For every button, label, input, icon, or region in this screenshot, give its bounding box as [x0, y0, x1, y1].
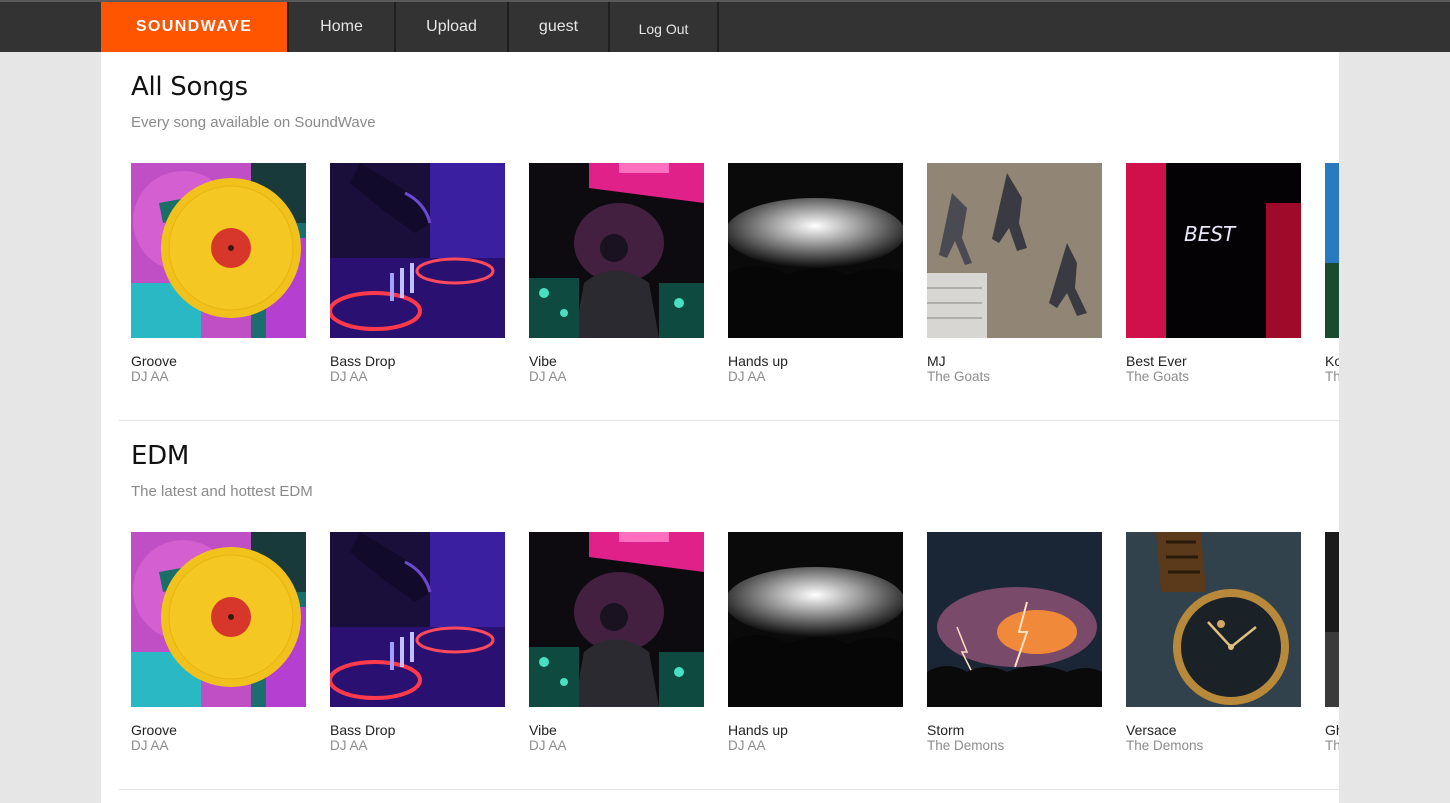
- nav-logout-link[interactable]: Log Out: [610, 2, 719, 52]
- album-cover-gold-watch[interactable]: [1126, 532, 1301, 707]
- track-artist: DJ AA: [529, 369, 567, 384]
- track-artist: DJ AA: [728, 738, 766, 753]
- album-cover-lightning-storm[interactable]: [927, 532, 1102, 707]
- album-cover-smoke-party[interactable]: [529, 532, 704, 707]
- track-card[interactable]: Versace The Demons: [1126, 532, 1301, 762]
- track-title[interactable]: Ko: [1325, 353, 1339, 369]
- nav-links: SOUNDWAVE Home Upload guest Log Out: [101, 2, 719, 52]
- svg-text:BEST: BEST: [1184, 222, 1237, 246]
- track-card[interactable]: Bass Drop DJ AA: [330, 163, 505, 393]
- section-subtitle: Every song available on SoundWave: [131, 114, 376, 131]
- nav-upload-link[interactable]: Upload: [396, 2, 509, 52]
- track-card[interactable]: Gh Th: [1325, 532, 1339, 762]
- album-cover-basketball-statues[interactable]: [927, 163, 1102, 338]
- section-subtitle: The latest and hottest EDM: [131, 483, 313, 500]
- track-artist: DJ AA: [131, 738, 169, 753]
- track-artist: DJ AA: [728, 369, 766, 384]
- track-title[interactable]: Hands up: [728, 353, 788, 369]
- track-title[interactable]: Gh: [1325, 722, 1339, 738]
- track-title[interactable]: Storm: [927, 722, 964, 738]
- track-card[interactable]: Hands up DJ AA: [728, 532, 903, 762]
- track-card[interactable]: Vibe DJ AA: [529, 532, 704, 762]
- main-content: All Songs Every song available on SoundW…: [101, 52, 1339, 803]
- track-artist: DJ AA: [131, 369, 169, 384]
- section-title: All Songs: [131, 72, 248, 102]
- section-divider: [119, 789, 1339, 790]
- album-cover-vinyl[interactable]: [131, 532, 306, 707]
- track-title[interactable]: MJ: [927, 353, 946, 369]
- track-artist: DJ AA: [330, 369, 368, 384]
- track-title[interactable]: Versace: [1126, 722, 1177, 738]
- album-cover-palm-trees[interactable]: [1325, 163, 1339, 338]
- track-card[interactable]: MJ The Goats: [927, 163, 1102, 393]
- track-card[interactable]: Hands up DJ AA: [728, 163, 903, 393]
- track-title[interactable]: Bass Drop: [330, 722, 395, 738]
- track-card[interactable]: Bass Drop DJ AA: [330, 532, 505, 762]
- track-title[interactable]: Bass Drop: [330, 353, 395, 369]
- track-title[interactable]: Vibe: [529, 353, 557, 369]
- brand-logo[interactable]: SOUNDWAVE: [101, 2, 289, 52]
- album-cover-concert-crowd[interactable]: [728, 532, 903, 707]
- track-card[interactable]: Ko Th: [1325, 163, 1339, 393]
- track-artist: Th: [1325, 369, 1339, 384]
- track-artist: Th: [1325, 738, 1339, 753]
- album-cover-concert-crowd[interactable]: [728, 163, 903, 338]
- track-artist: DJ AA: [529, 738, 567, 753]
- nav-user-link[interactable]: guest: [509, 2, 610, 52]
- track-title[interactable]: Best Ever: [1126, 353, 1187, 369]
- track-title[interactable]: Groove: [131, 353, 177, 369]
- track-list: Groove DJ AA Bass Drop DJ AA Vibe DJ AA …: [131, 532, 1339, 762]
- track-artist: DJ AA: [330, 738, 368, 753]
- track-title[interactable]: Vibe: [529, 722, 557, 738]
- track-card[interactable]: Storm The Demons: [927, 532, 1102, 762]
- album-cover-dark-street[interactable]: [1325, 532, 1339, 707]
- track-list: Groove DJ AA Bass Drop DJ AA Vibe DJ AA …: [131, 163, 1339, 393]
- track-card[interactable]: BEST Best Ever The Goats: [1126, 163, 1301, 393]
- album-cover-neon-best[interactable]: BEST: [1126, 163, 1301, 338]
- track-artist: The Demons: [1126, 738, 1204, 753]
- track-artist: The Goats: [927, 369, 991, 384]
- section-all-songs: All Songs Every song available on SoundW…: [101, 52, 1339, 421]
- track-title[interactable]: Hands up: [728, 722, 788, 738]
- section-title: EDM: [131, 441, 189, 471]
- album-cover-dj-mixer[interactable]: [330, 163, 505, 338]
- section-edm: EDM The latest and hottest EDM Groove DJ…: [101, 421, 1339, 790]
- top-navbar: SOUNDWAVE Home Upload guest Log Out: [0, 0, 1450, 52]
- track-title[interactable]: Groove: [131, 722, 177, 738]
- track-card[interactable]: Vibe DJ AA: [529, 163, 704, 393]
- album-cover-dj-mixer[interactable]: [330, 532, 505, 707]
- track-card[interactable]: Groove DJ AA: [131, 532, 306, 762]
- track-artist: The Goats: [1126, 369, 1190, 384]
- track-artist: The Demons: [927, 738, 1005, 753]
- nav-home-link[interactable]: Home: [289, 2, 396, 52]
- album-cover-vinyl[interactable]: [131, 163, 306, 338]
- track-card[interactable]: Groove DJ AA: [131, 163, 306, 393]
- album-cover-smoke-party[interactable]: [529, 163, 704, 338]
